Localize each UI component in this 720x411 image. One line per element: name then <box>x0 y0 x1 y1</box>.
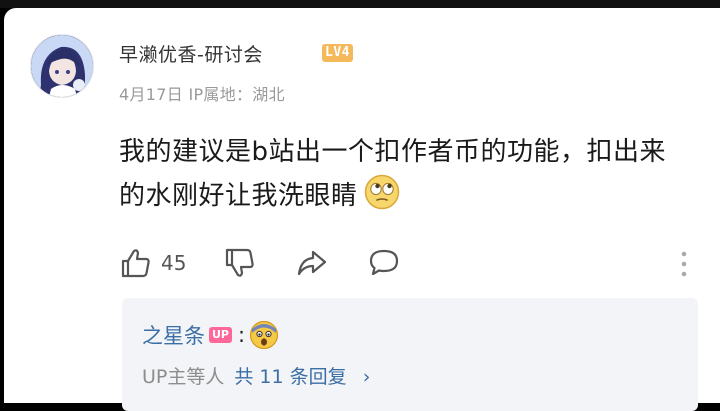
like-button[interactable]: 45 <box>119 245 186 281</box>
reply-count-link[interactable]: 共 11 条回复 <box>234 366 346 388</box>
reply-item: 之星条 UP : <box>142 320 279 350</box>
comment-meta: 4月17日 IP属地：湖北 <box>119 81 285 105</box>
reply-user-name[interactable]: 之星条 <box>142 320 205 350</box>
reply-colon: : <box>238 323 246 347</box>
reply-summary-prefix: UP主等人 <box>142 366 225 388</box>
more-options-button[interactable] <box>679 249 689 283</box>
avatar-image <box>31 35 93 97</box>
vertical-dots-icon <box>681 251 687 277</box>
rolling-eyes-emoji-icon <box>364 174 400 210</box>
thumbs-down-icon <box>225 248 254 277</box>
comment-bubble-icon <box>369 249 399 276</box>
thumbs-up-icon <box>121 249 150 278</box>
shocked-face-emoji-icon <box>249 320 279 350</box>
reply-preview[interactable]: 之星条 UP : UP主等人共 11 条回复 › <box>122 298 698 411</box>
comment-card: 早濑优香-研讨会 LV4 4月17日 IP属地：湖北 我的建议是b站出一个扣作者… <box>4 8 720 411</box>
share-icon <box>297 250 327 276</box>
like-count: 45 <box>161 251 187 275</box>
previous-content-strip <box>0 0 720 8</box>
level-badge: LV4 <box>322 44 353 62</box>
reply-summary[interactable]: UP主等人共 11 条回复 › <box>142 362 370 389</box>
reply-button[interactable] <box>367 245 401 281</box>
comment-actions: 45 <box>119 245 699 281</box>
comment-date: 4月17日 <box>119 85 184 104</box>
dislike-button[interactable] <box>223 245 257 281</box>
up-badge: UP <box>209 327 232 343</box>
avatar[interactable] <box>30 34 94 98</box>
user-name[interactable]: 早濑优香-研讨会 <box>119 40 263 67</box>
ip-location: IP属地：湖北 <box>188 85 285 104</box>
comment-text: 我的建议是b站出一个扣作者币的功能，扣出来的水刚好让我洗眼睛 <box>119 130 689 218</box>
chevron-right-icon: › <box>362 366 371 388</box>
share-button[interactable] <box>295 245 329 281</box>
